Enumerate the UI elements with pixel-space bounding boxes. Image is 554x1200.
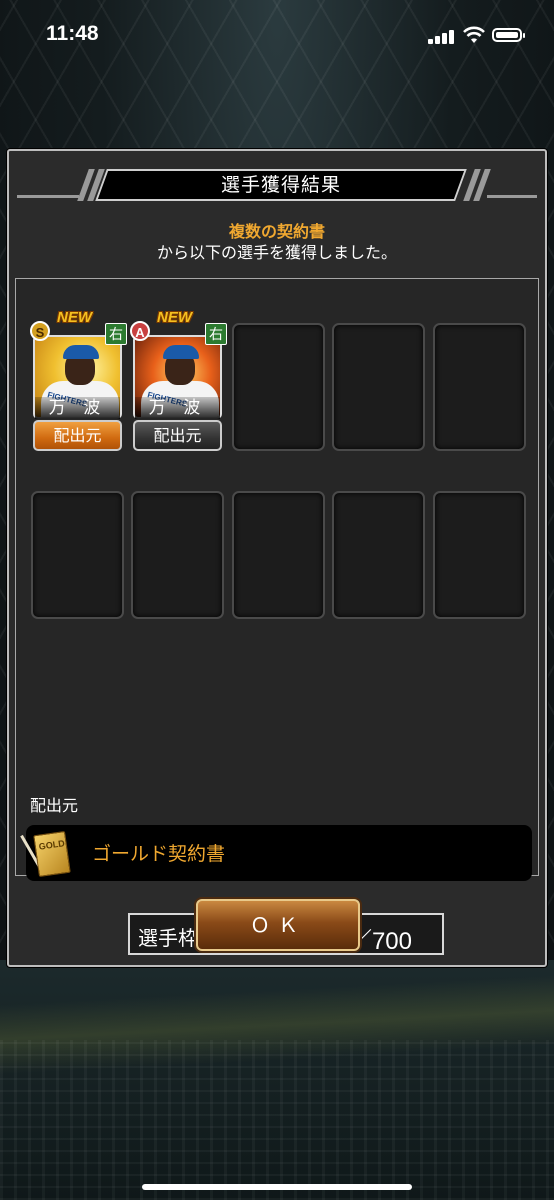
player-name: 万 波 [135,397,220,419]
source-item: GOLD ゴールド契約書 [20,825,532,881]
new-tag: NEW [57,309,92,326]
throwing-hand-badge: 右 [105,323,127,345]
empty-slot [332,323,425,451]
player-name: 万 波 [35,397,120,419]
result-dialog: 選手獲得結果 複数の契約書 から以下の選手を獲得しました。 FIGHTERS S… [7,149,547,967]
empty-slot [31,491,124,619]
subtitle-text: から以下の選手を獲得しました。 [156,243,397,262]
source-name: ゴールド契約書 [92,843,226,865]
rank-badge: A [130,321,150,341]
title-decor-line-right [487,195,537,198]
empty-slot [433,491,526,619]
empty-slot [332,491,425,619]
stadium-seats [0,1040,554,1200]
dialog-title-bar: 選手獲得結果 [17,169,537,203]
status-bar: 11:48 [0,0,554,70]
home-indicator[interactable] [142,1184,412,1190]
player-card[interactable]: FIGHTERS A NEW 右 万 波 配出元 [130,309,227,453]
source-section-label: 配出元 [30,796,79,815]
rank-badge: S [30,321,50,341]
player-card[interactable]: FIGHTERS S NEW 右 万 波 配出元 [30,309,127,453]
empty-slot [433,323,526,451]
acquired-players-panel: FIGHTERS S NEW 右 万 波 配出元 FIGHTERS A NEW … [15,278,539,955]
new-tag: NEW [157,309,192,326]
wifi-icon [463,26,485,43]
battery-icon [492,28,525,42]
dialog-title: 選手獲得結果 [220,174,341,196]
title-decor-line-left [17,195,79,198]
source-button[interactable]: 配出元 [133,420,222,451]
throwing-hand-badge: 右 [205,323,227,345]
gold-contract-icon: GOLD [33,830,71,878]
status-time: 11:48 [46,22,99,45]
source-button[interactable]: 配出元 [33,420,122,451]
empty-slot [232,323,325,451]
empty-slot [131,491,224,619]
empty-slot [232,491,325,619]
ok-button[interactable]: ＯＫ [196,899,360,951]
cellular-signal-icon [428,30,454,44]
